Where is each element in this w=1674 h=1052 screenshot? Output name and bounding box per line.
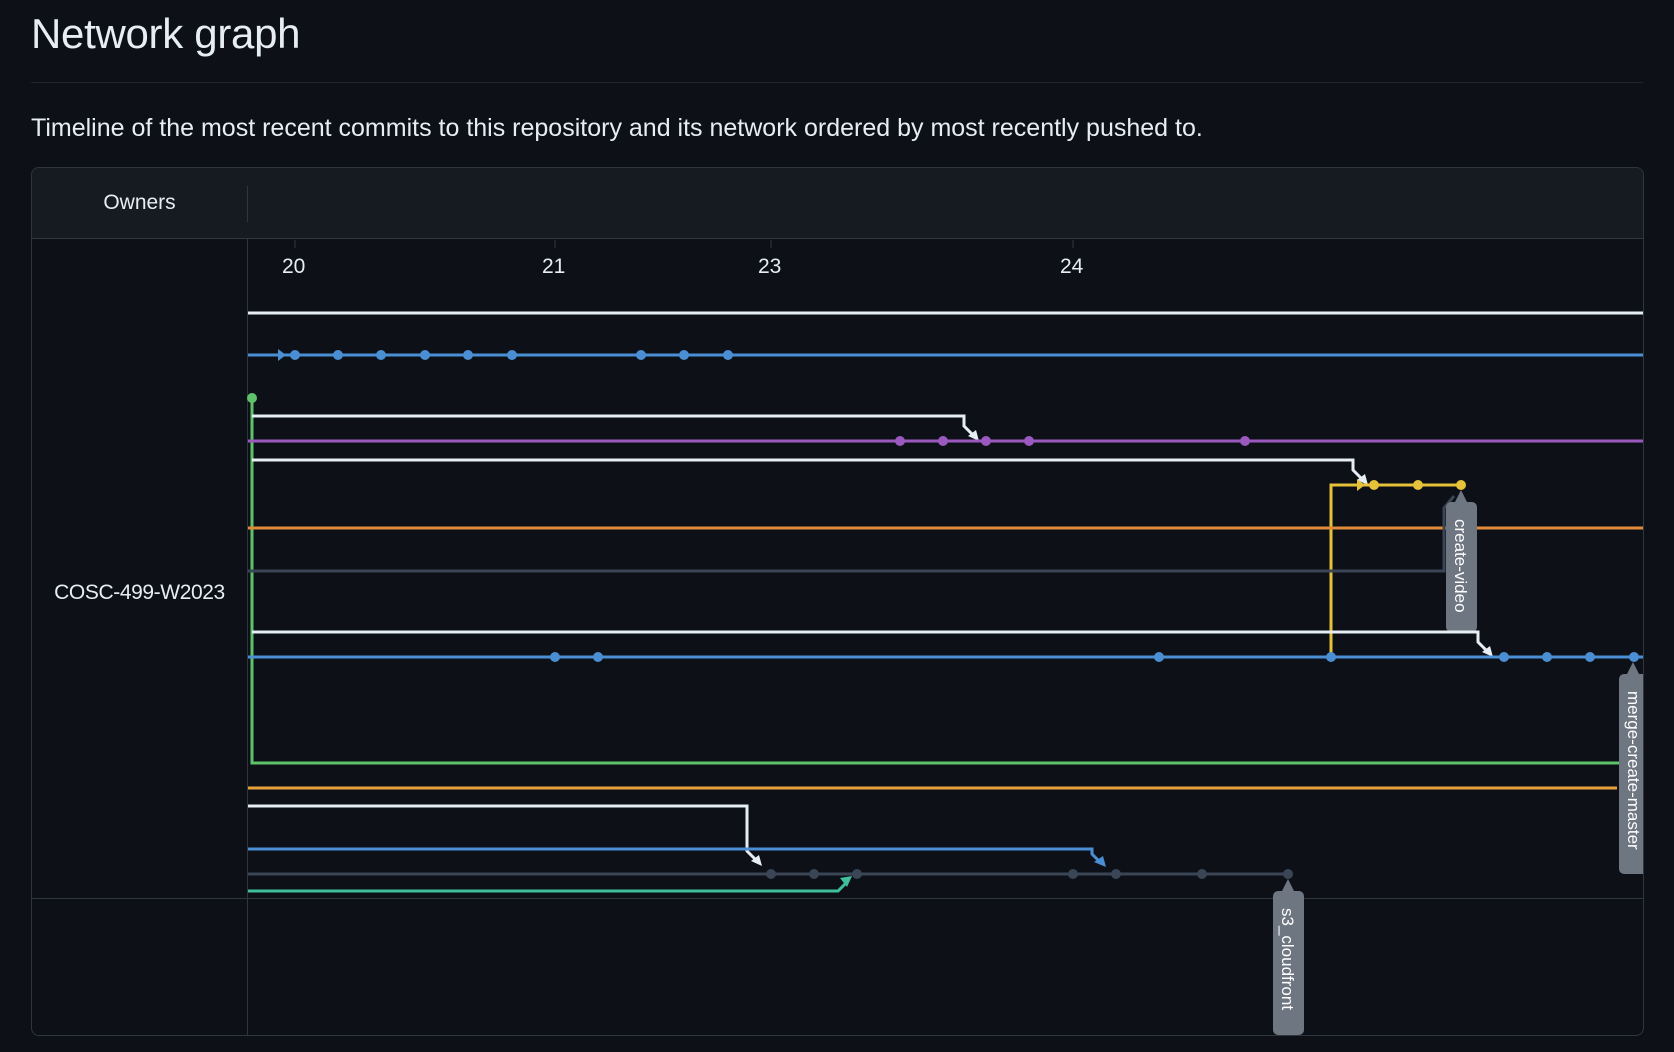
branch-line-white-3[interactable] [252,458,1367,484]
branch-line-slate-1[interactable] [248,495,1456,573]
branch-line-blue-2[interactable] [248,847,1104,866]
date-label-24: 24 [1060,255,1084,278]
branch-line-teal[interactable] [248,879,850,893]
page-title: Network graph [31,10,301,57]
svg-text:create-video: create-video [1451,519,1470,613]
arrow-marker [278,349,286,361]
branch-line-white-4[interactable] [252,630,1492,656]
network-graph-page: Network graph Timeline of the most recen… [0,0,1674,1052]
title-divider [31,82,1643,83]
page-description: Timeline of the most recent commits to t… [31,114,1203,142]
branch-tag-s3-cloudfront[interactable]: s3_cloudfront [1273,879,1304,1035]
commit-dot-green[interactable] [247,393,257,403]
date-label-20: 20 [282,255,305,278]
branch-line-white-2[interactable] [252,414,978,440]
branch-line-white-5[interactable] [248,804,761,865]
network-graph-container[interactable]: Owners COSC-499-W2023 20 21 23 24 create… [31,167,1644,1036]
branch-line-green[interactable] [250,398,1643,765]
date-label-21: 21 [542,255,565,278]
svg-text:s3_cloudfront: s3_cloudfront [1278,908,1297,1010]
date-label-23: 23 [758,255,781,278]
branch-tag-create-video[interactable]: create-video [1446,490,1477,632]
network-graph-canvas[interactable]: 20 21 23 24 create-video merge-create-ma… [32,168,1643,1035]
svg-text:merge-create-master: merge-create-master [1624,691,1643,850]
branch-tag-merge-create-master[interactable]: merge-create-master [1619,662,1643,874]
